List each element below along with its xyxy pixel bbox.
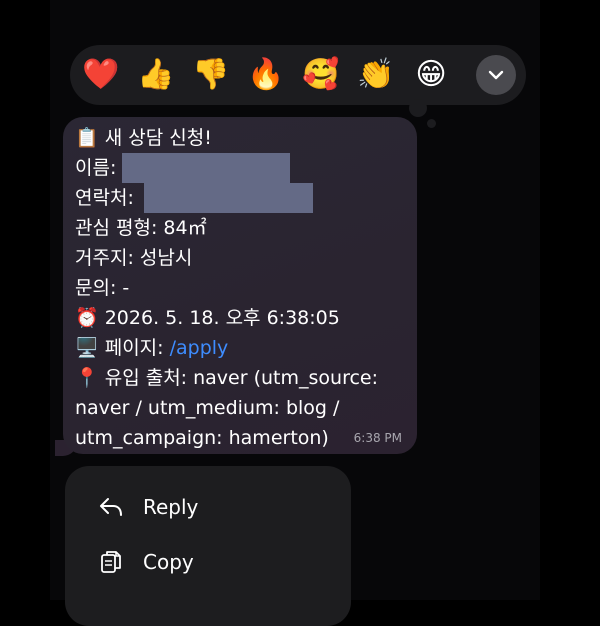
name-line: 이름: — [75, 153, 405, 183]
alarm-clock-icon: ⏰ — [75, 307, 99, 329]
page-line: 🖥️ 페이지: /apply — [75, 333, 405, 363]
residence-line: 거주지: 성남시 — [75, 247, 193, 269]
reply-icon — [97, 493, 125, 521]
reply-label: Reply — [143, 495, 199, 519]
name-redaction — [122, 153, 291, 183]
reaction-bar: ❤️ 👍 👎 🔥 🥰 👏 😁 — [70, 45, 526, 105]
contact-label: 연락처: — [75, 187, 134, 209]
reaction-smiling-hearts[interactable]: 🥰 — [298, 52, 344, 98]
reaction-clapping[interactable]: 👏 — [353, 52, 399, 98]
reaction-heart[interactable]: ❤️ — [78, 52, 124, 98]
reaction-grinning[interactable]: 😁 — [408, 52, 454, 98]
datetime-line: ⏰ 2026. 5. 18. 오후 6:38:05 — [75, 303, 405, 333]
contact-redaction — [143, 183, 313, 213]
copy-icon — [97, 548, 125, 576]
copy-label: Copy — [143, 550, 194, 574]
contact-line: 연락처: — [75, 183, 405, 213]
reaction-thumbs-down[interactable]: 👎 — [188, 52, 234, 98]
page-label: 페이지: — [104, 337, 164, 359]
message-bubble[interactable]: 📋 새 상담 신청! 이름: 연락처: 관심 평형: 84㎡ 거주지: 성남시 … — [63, 117, 417, 454]
bubble-connector-dot — [409, 99, 427, 117]
page-link[interactable]: /apply — [170, 337, 229, 359]
clipboard-icon: 📋 — [75, 127, 99, 149]
name-label: 이름: — [75, 157, 117, 179]
reaction-thumbs-up[interactable]: 👍 — [133, 52, 179, 98]
reply-menu-item[interactable]: Reply — [97, 490, 198, 524]
source-line-2: naver / utm_medium: blog / — [75, 397, 340, 419]
reaction-fire[interactable]: 🔥 — [243, 52, 289, 98]
bubble-connector-dot-small — [427, 119, 436, 128]
expand-reactions-button[interactable] — [476, 55, 516, 95]
interest-line: 관심 평형: 84㎡ — [75, 217, 207, 239]
message-title: 새 상담 신청! — [104, 127, 212, 149]
message-title-line: 📋 새 상담 신청! — [75, 123, 405, 153]
desktop-computer-icon: 🖥️ — [75, 337, 99, 359]
source-text-1: 유입 출처: naver (utm_source: — [104, 367, 378, 389]
inquiry-line: 문의: - — [75, 277, 130, 299]
copy-menu-item[interactable]: Copy — [97, 545, 194, 579]
source-line-1: 📍 유입 출처: naver (utm_source: — [75, 363, 405, 393]
datetime-text: 2026. 5. 18. 오후 6:38:05 — [104, 307, 340, 329]
chevron-down-icon — [488, 70, 504, 80]
context-menu: Reply Copy — [65, 466, 351, 626]
pin-icon: 📍 — [75, 367, 99, 389]
message-timestamp: 6:38 PM — [353, 431, 402, 445]
